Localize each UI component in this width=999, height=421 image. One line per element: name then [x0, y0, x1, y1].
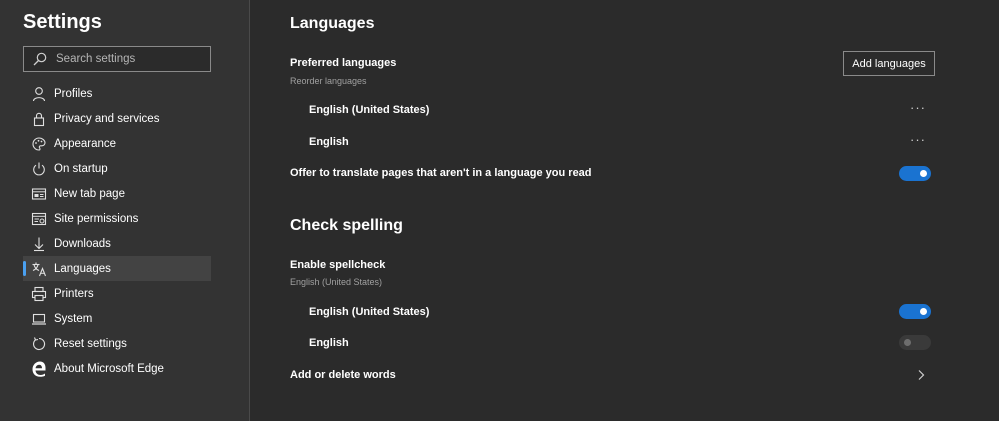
chevron-right-icon[interactable]: [916, 368, 926, 380]
sidebar-item-on-startup[interactable]: On startup: [23, 156, 211, 181]
sidebar-item-about-edge[interactable]: About Microsoft Edge: [23, 356, 211, 381]
printer-icon: [31, 286, 47, 302]
sidebar-item-site-permissions[interactable]: Site permissions: [23, 206, 211, 231]
power-icon: [31, 161, 47, 177]
sidebar-item-privacy[interactable]: Privacy and services: [23, 106, 211, 131]
edge-logo-icon: [31, 361, 47, 377]
download-icon: [31, 236, 47, 252]
language-item-english-us: English (United States): [309, 104, 430, 116]
sidebar-item-label: New tab page: [54, 187, 125, 200]
sidebar-item-label: Privacy and services: [54, 112, 160, 125]
spellcheck-english-toggle[interactable]: [899, 335, 931, 350]
search-box[interactable]: [23, 46, 211, 72]
spellcheck-english-us-toggle[interactable]: [899, 304, 931, 319]
sidebar-item-label: Reset settings: [54, 337, 127, 350]
search-input[interactable]: [56, 53, 210, 65]
main-content: Languages Preferred languages Reorder la…: [290, 0, 950, 421]
sidebar-item-label: Appearance: [54, 137, 117, 150]
new-tab-icon: [31, 186, 47, 202]
sidebar-item-label: System: [54, 312, 93, 325]
sidebar-item-profiles[interactable]: Profiles: [23, 81, 211, 106]
more-options-icon[interactable]: ···: [910, 101, 926, 114]
sidebar-item-label: Downloads: [54, 237, 111, 250]
enable-spellcheck-label: Enable spellcheck: [290, 259, 386, 271]
spellcheck-item-english-us: English (United States): [309, 306, 430, 318]
sidebar-item-label: About Microsoft Edge: [54, 362, 164, 375]
sidebar-item-languages[interactable]: Languages: [23, 256, 211, 281]
more-options-icon[interactable]: ···: [910, 133, 926, 146]
laptop-icon: [31, 311, 47, 327]
sidebar: Settings Profiles Privacy and services: [0, 0, 250, 421]
offer-translate-label: Offer to translate pages that aren't in …: [290, 167, 592, 179]
sidebar-item-new-tab-page[interactable]: New tab page: [23, 181, 211, 206]
preferred-languages-sublabel: Reorder languages: [290, 76, 367, 86]
toggle-knob: [920, 308, 927, 315]
app-title: Settings: [23, 11, 102, 33]
sidebar-item-reset-settings[interactable]: Reset settings: [23, 331, 211, 356]
settings-window: Settings Profiles Privacy and services: [0, 0, 999, 421]
toggle-knob: [904, 339, 911, 346]
add-delete-words-link[interactable]: Add or delete words: [290, 369, 396, 381]
person-icon: [31, 86, 47, 102]
sidebar-item-printers[interactable]: Printers: [23, 281, 211, 306]
sidebar-item-label: On startup: [54, 162, 108, 175]
sidebar-item-label: Site permissions: [54, 212, 139, 225]
add-languages-button[interactable]: Add languages: [843, 51, 935, 76]
palette-icon: [31, 136, 47, 152]
site-permissions-icon: [31, 211, 47, 227]
offer-translate-toggle[interactable]: [899, 166, 931, 181]
sidebar-item-downloads[interactable]: Downloads: [23, 231, 211, 256]
check-spelling-heading: Check spelling: [290, 217, 403, 234]
spellcheck-item-english: English: [309, 337, 349, 349]
search-icon: [32, 51, 48, 67]
reset-icon: [31, 336, 47, 352]
sidebar-item-label: Languages: [54, 262, 111, 275]
enable-spellcheck-sublabel: English (United States): [290, 277, 383, 287]
languages-heading: Languages: [290, 15, 375, 32]
language-item-english: English: [309, 136, 349, 148]
lock-icon: [31, 111, 47, 127]
sidebar-nav: Profiles Privacy and services Appearance…: [23, 81, 211, 381]
sidebar-item-appearance[interactable]: Appearance: [23, 131, 211, 156]
toggle-knob: [920, 170, 927, 177]
sidebar-item-label: Printers: [54, 287, 94, 300]
sidebar-item-system[interactable]: System: [23, 306, 211, 331]
languages-icon: [31, 261, 47, 277]
preferred-languages-label: Preferred languages: [290, 57, 397, 69]
sidebar-item-label: Profiles: [54, 87, 93, 100]
